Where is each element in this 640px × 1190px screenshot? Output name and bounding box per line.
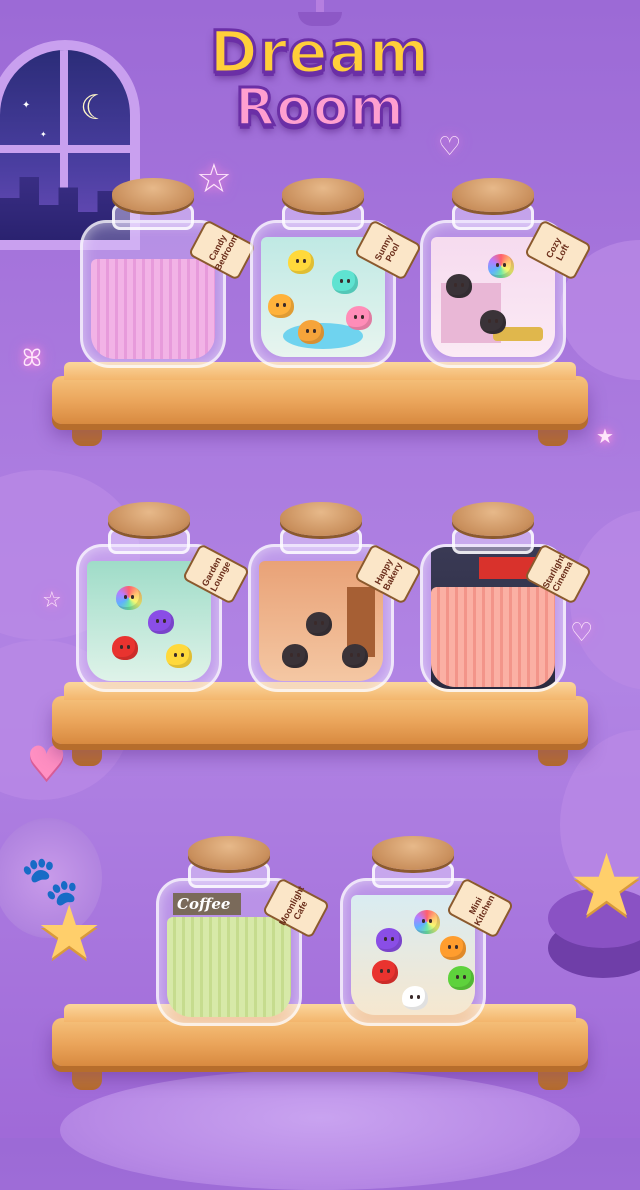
- character: [332, 270, 358, 294]
- character: [376, 928, 402, 952]
- character: [414, 910, 440, 934]
- coffee-sign: Coffee: [173, 893, 241, 915]
- jar-moonlight-cafe[interactable]: Coffee Moonlight Cafe: [156, 836, 331, 1026]
- character: [346, 306, 372, 330]
- locked-room: [167, 917, 291, 1017]
- rug: [60, 1070, 580, 1190]
- character: [488, 254, 514, 278]
- heart-icon: ♥: [26, 736, 68, 790]
- character: [268, 294, 294, 318]
- cork: [108, 502, 190, 536]
- jar-mini-kitchen[interactable]: Mini Kitchen: [340, 836, 515, 1026]
- shelf: [52, 696, 588, 744]
- character: [306, 612, 332, 636]
- cork: [452, 502, 534, 536]
- cork: [112, 178, 194, 212]
- character: [448, 966, 474, 990]
- star-icon: ★: [568, 836, 640, 936]
- heart-icon: ♡: [570, 618, 594, 648]
- character: [112, 636, 138, 660]
- jar-garden-lounge[interactable]: Garden Lounge: [76, 502, 251, 692]
- character: [440, 936, 466, 960]
- character: [402, 986, 428, 1010]
- title-room: Room: [234, 77, 406, 140]
- star-icon: ☆: [42, 588, 62, 613]
- character: [298, 320, 324, 344]
- shelf: [52, 1018, 588, 1066]
- character: [342, 644, 368, 668]
- jar-starlight-cinema[interactable]: Starlight Cinema: [420, 502, 593, 692]
- title-dream: Dream: [208, 17, 431, 88]
- jar-candy-bedroom[interactable]: Candy Bedroom: [80, 178, 257, 368]
- cork: [280, 502, 362, 536]
- butterfly-icon: ꕤ: [22, 344, 42, 372]
- cork: [282, 178, 364, 212]
- cork: [372, 836, 454, 870]
- cork: [188, 836, 270, 870]
- locked-room: [431, 587, 555, 687]
- jar-sunny-pool[interactable]: Sunny Pool: [250, 178, 423, 368]
- shelf: [52, 376, 588, 424]
- cork: [452, 178, 534, 212]
- character: [148, 610, 174, 634]
- star-icon: ★: [596, 424, 614, 448]
- character: [288, 250, 314, 274]
- locked-room: [91, 259, 215, 359]
- jar-happy-bakery[interactable]: Happy Bakery: [248, 502, 423, 692]
- character: [372, 960, 398, 984]
- character: [166, 644, 192, 668]
- character: [480, 310, 506, 334]
- character: [116, 586, 142, 610]
- star-icon: ★: [36, 890, 103, 976]
- jar-cozy-loft[interactable]: Cozy Loft: [420, 178, 593, 368]
- character: [446, 274, 472, 298]
- character: [282, 644, 308, 668]
